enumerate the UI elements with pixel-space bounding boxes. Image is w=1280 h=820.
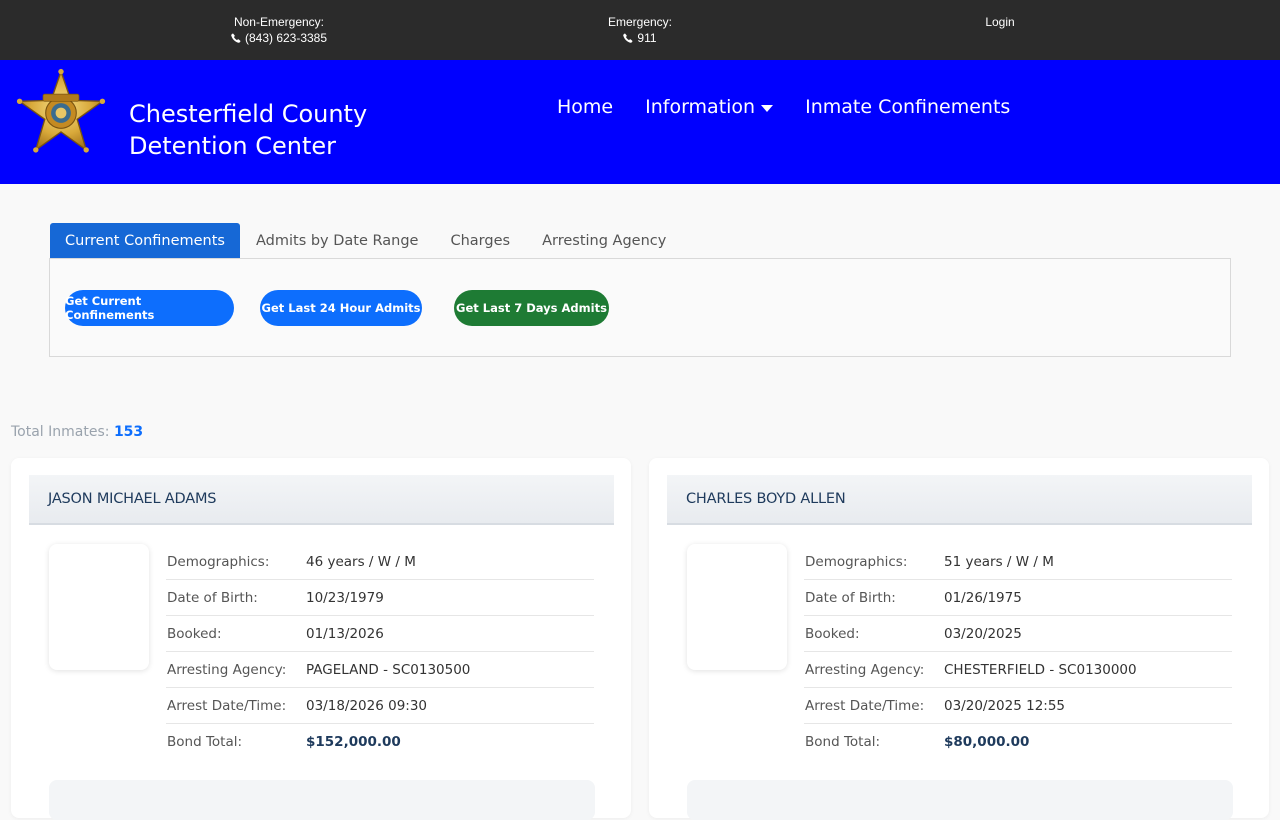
demographics-label: Demographics: — [805, 553, 908, 570]
agency-label: Arresting Agency: — [167, 661, 287, 678]
inmate-card: CHARLES BOYD ALLEN Demographics: 51 years… — [649, 458, 1269, 820]
inmate-card: JASON MICHAEL ADAMS Demographics: 46 year… — [11, 458, 631, 820]
charges-section — [49, 780, 595, 820]
main-nav: Home Information Inmate Confinements — [557, 96, 1042, 118]
tab-admits-by-date-range[interactable]: Admits by Date Range — [240, 223, 435, 259]
emergency-phone: 911 — [637, 31, 657, 45]
detail-row: Arresting Agency: CHESTERFIELD - SC013000… — [804, 652, 1232, 688]
detail-row: Date of Birth: 10/23/1979 — [166, 580, 594, 616]
emergency-label: Emergency: — [607, 15, 673, 29]
inmate-name[interactable]: JASON MICHAEL ADAMS — [48, 491, 216, 507]
non-emergency-phone-link[interactable]: (843) 623-3385 — [231, 30, 327, 46]
booked-label: Booked: — [805, 625, 860, 642]
get-last-24-hour-admits-button[interactable]: Get Last 24 Hour Admits — [260, 290, 422, 326]
get-last-7-days-admits-button[interactable]: Get Last 7 Days Admits — [454, 290, 609, 326]
demographics-value: 51 years / W / M — [944, 553, 1054, 570]
demographics-value: 46 years / W / M — [306, 553, 416, 570]
dob-value: 01/26/1975 — [944, 589, 1022, 606]
agency-label: Arresting Agency: — [805, 661, 925, 678]
dob-label: Date of Birth: — [167, 589, 258, 606]
tab-arresting-agency[interactable]: Arresting Agency — [526, 223, 682, 259]
site-title[interactable]: Chesterfield County Detention Center — [129, 98, 489, 162]
phone-icon — [623, 33, 633, 43]
inmate-card-header[interactable]: JASON MICHAEL ADAMS — [29, 475, 614, 525]
detail-row: Bond Total: $152,000.00 — [166, 724, 594, 760]
detail-row: Booked: 03/20/2025 — [804, 616, 1232, 652]
booked-value: 01/13/2026 — [306, 625, 384, 642]
arrest-label: Arrest Date/Time: — [805, 697, 925, 714]
top-bar: Non-Emergency: (843) 623-3385 Emergency:… — [0, 0, 1280, 60]
inmate-photo[interactable] — [49, 544, 149, 670]
detail-row: Arrest Date/Time: 03/20/2025 12:55 — [804, 688, 1232, 724]
total-inmates: Total Inmates: 153 — [11, 424, 143, 440]
inmate-card-header[interactable]: CHARLES BOYD ALLEN — [667, 475, 1252, 525]
demographics-label: Demographics: — [167, 553, 270, 570]
login-link[interactable]: Login — [975, 14, 1025, 30]
dob-label: Date of Birth: — [805, 589, 896, 606]
detail-row: Demographics: 46 years / W / M — [166, 544, 594, 580]
bond-value: $152,000.00 — [306, 734, 401, 750]
detail-row: Arresting Agency: PAGELAND - SC0130500 — [166, 652, 594, 688]
bond-label: Bond Total: — [805, 734, 881, 750]
tab-charges[interactable]: Charges — [434, 223, 526, 259]
bond-value: $80,000.00 — [944, 734, 1030, 750]
emergency-phone-link[interactable]: 911 — [623, 30, 657, 46]
arrest-value: 03/20/2025 12:55 — [944, 697, 1066, 714]
dob-value: 10/23/1979 — [306, 589, 384, 606]
total-inmates-count: 153 — [113, 424, 144, 440]
non-emergency-label: Non-Emergency: — [233, 15, 325, 29]
non-emergency-contact: Non-Emergency: (843) 623-3385 — [221, 14, 337, 47]
detail-row: Date of Birth: 01/26/1975 — [804, 580, 1232, 616]
nav-home[interactable]: Home — [557, 96, 613, 118]
nav-information-label: Information — [645, 96, 756, 118]
detail-row: Bond Total: $80,000.00 — [804, 724, 1232, 760]
caret-down-icon — [761, 104, 774, 112]
sheriff-badge-logo[interactable] — [14, 68, 108, 158]
nav-inmate-confinements[interactable]: Inmate Confinements — [805, 96, 1010, 118]
total-inmates-label: Total Inmates: — [11, 424, 110, 440]
detail-row: Arrest Date/Time: 03/18/2026 09:30 — [166, 688, 594, 724]
search-tabs: Current Confinements Admits by Date Rang… — [50, 223, 682, 259]
phone-icon — [231, 33, 241, 43]
emergency-contact: Emergency: 911 — [600, 14, 680, 47]
inmate-details: Demographics: 46 years / W / M Date of Bi… — [166, 544, 594, 760]
charges-section — [687, 780, 1233, 820]
nav-information[interactable]: Information — [645, 96, 774, 118]
site-header: Chesterfield County Detention Center Hom… — [0, 60, 1280, 184]
bond-label: Bond Total: — [167, 734, 243, 750]
agency-value: PAGELAND - SC0130500 — [306, 661, 471, 678]
inmate-name[interactable]: CHARLES BOYD ALLEN — [686, 491, 846, 507]
detail-row: Booked: 01/13/2026 — [166, 616, 594, 652]
agency-value: CHESTERFIELD - SC0130000 — [944, 661, 1137, 678]
arrest-value: 03/18/2026 09:30 — [306, 697, 428, 714]
arrest-label: Arrest Date/Time: — [167, 697, 287, 714]
booked-label: Booked: — [167, 625, 222, 642]
non-emergency-phone: (843) 623-3385 — [244, 31, 328, 45]
get-current-confinements-button[interactable]: Get Current Confinements — [65, 290, 234, 326]
tab-current-confinements[interactable]: Current Confinements — [50, 223, 240, 259]
inmate-photo[interactable] — [687, 544, 787, 670]
booked-value: 03/20/2025 — [944, 625, 1022, 642]
tab-panel: Get Current Confinements Get Last 24 Hou… — [49, 258, 1231, 357]
detail-row: Demographics: 51 years / W / M — [804, 544, 1232, 580]
inmate-details: Demographics: 51 years / W / M Date of Bi… — [804, 544, 1232, 760]
